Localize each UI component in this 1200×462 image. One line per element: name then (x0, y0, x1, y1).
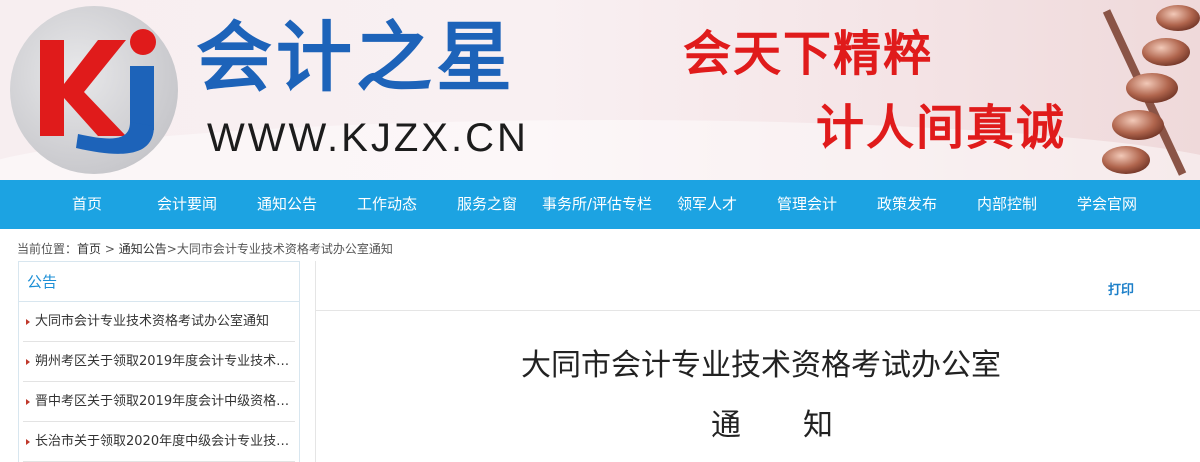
nav-item-firms-column[interactable]: 事务所/评估专栏 (542, 180, 652, 229)
slogan-line-2: 计人间真诚 (816, 100, 1067, 156)
sidebar-title: 公告 (19, 262, 299, 302)
nav-item-accounting-news[interactable]: 会计要闻 (157, 180, 217, 229)
breadcrumb-prefix: 当前位置： (17, 242, 78, 256)
abacus-decoration-icon (1102, 5, 1200, 176)
breadcrumb-home-link[interactable]: 首页 (77, 242, 101, 256)
sidebar-announcements: 公告 大同市会计专业技术资格考试办公室通知 朔州考区关于领取2019年度会计专业… (18, 261, 300, 462)
nav-item-service-window[interactable]: 服务之窗 (457, 180, 517, 229)
nav-item-home[interactable]: 首页 (72, 180, 102, 229)
article-title: 大同市会计专业技术资格考试办公室 (521, 348, 1001, 383)
kj-logo-icon[interactable] (36, 22, 166, 162)
sidebar-item-label: 长治市关于领取2020年度中级会计专业技术资格证书的通知 (35, 434, 295, 449)
nav-item-leading-talents[interactable]: 领军人才 (677, 180, 737, 229)
breadcrumb-section-link[interactable]: 通知公告 (119, 242, 167, 256)
triangle-bullet-icon (26, 399, 30, 405)
article-subtitle: 通知 (711, 408, 895, 443)
sidebar-item-label: 大同市会计专业技术资格考试办公室通知 (35, 314, 270, 329)
header-banner: 会计之星 WWW.KJZX.CN 会天下精粹 计人间真诚 (0, 0, 1200, 180)
sidebar-item[interactable]: 朔州考区关于领取2019年度会计专业技术资格证书的通知 (23, 342, 295, 382)
nav-item-policy-release[interactable]: 政策发布 (877, 180, 937, 229)
sidebar-item[interactable]: 大同市会计专业技术资格考试办公室通知 (23, 302, 295, 342)
slogan-line-1: 会天下精粹 (683, 26, 934, 82)
breadcrumb: 当前位置：首页 > 通知公告>大同市会计专业技术资格考试办公室通知 (17, 240, 393, 257)
main-nav: 首页 会计要闻 通知公告 工作动态 服务之窗 事务所/评估专栏 领军人才 管理会… (0, 180, 1200, 229)
article-toolbar: 打印 (316, 261, 1200, 311)
nav-item-work-updates[interactable]: 工作动态 (357, 180, 417, 229)
sidebar-item-label: 朔州考区关于领取2019年度会计专业技术资格证书的通知 (35, 354, 295, 369)
print-button[interactable]: 打印 (1108, 279, 1134, 298)
sidebar-item[interactable]: 长治市关于领取2020年度中级会计专业技术资格证书的通知 (23, 422, 295, 462)
triangle-bullet-icon (26, 319, 30, 325)
sidebar-list: 大同市会计专业技术资格考试办公室通知 朔州考区关于领取2019年度会计专业技术资… (19, 302, 299, 462)
breadcrumb-separator: > (166, 242, 177, 256)
breadcrumb-separator: > (104, 242, 115, 256)
nav-item-society-site[interactable]: 学会官网 (1077, 180, 1137, 229)
sidebar-item-label: 晋中考区关于领取2019年度会计中级资格证书的通知 (35, 394, 295, 409)
article-panel: 打印 大同市会计专业技术资格考试办公室 通知 (315, 261, 1200, 462)
breadcrumb-current: 大同市会计专业技术资格考试办公室通知 (176, 242, 393, 256)
sidebar-item[interactable]: 晋中考区关于领取2019年度会计中级资格证书的通知 (23, 382, 295, 422)
nav-item-internal-control[interactable]: 内部控制 (977, 180, 1037, 229)
nav-item-notices[interactable]: 通知公告 (257, 180, 317, 229)
brand-url: WWW.KJZX.CN (207, 116, 529, 160)
brand-name: 会计之星 (196, 13, 516, 102)
triangle-bullet-icon (26, 359, 30, 365)
nav-item-management-accounting[interactable]: 管理会计 (777, 180, 837, 229)
triangle-bullet-icon (26, 439, 30, 445)
